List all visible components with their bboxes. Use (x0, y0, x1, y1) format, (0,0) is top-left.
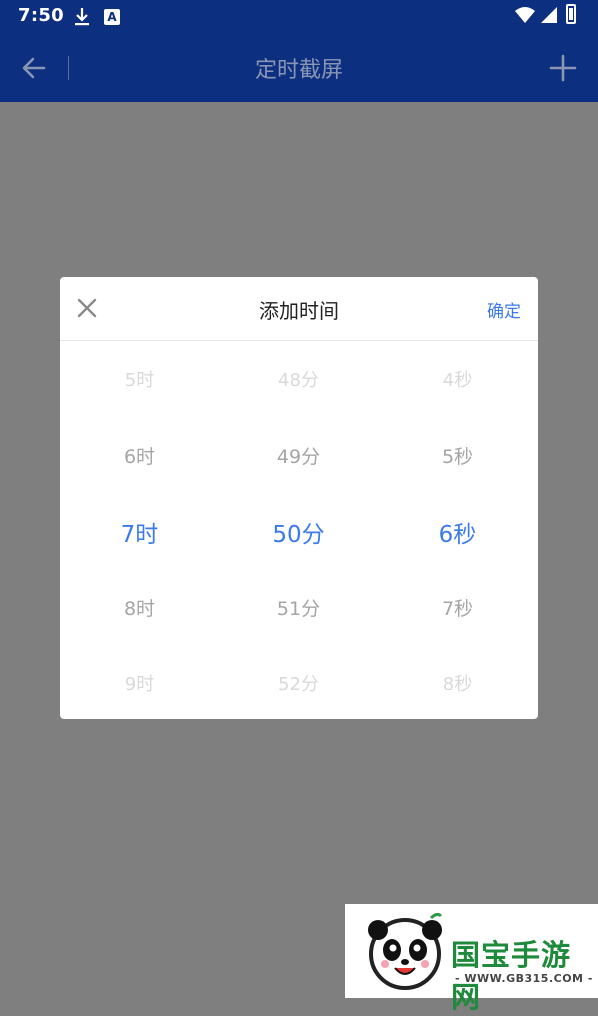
picker-item[interactable]: 49分 (219, 442, 378, 469)
wifi-icon (515, 7, 535, 23)
picker-item[interactable]: 9时 (60, 670, 219, 696)
picker-item[interactable]: 8时 (60, 594, 219, 621)
minute-picker[interactable]: 48分 49分 50分 51分 52分 (219, 340, 378, 719)
picker-item[interactable]: 52分 (219, 670, 378, 696)
watermark: 国宝手游网 - WWW.GB315.COM - (345, 904, 598, 1014)
watermark-url: - WWW.GB315.COM - (455, 972, 593, 985)
picker-item[interactable]: 48分 (219, 366, 378, 392)
android-auto-icon: A (104, 9, 120, 25)
dialog-header: 添加时间 确定 (60, 277, 538, 341)
picker-item[interactable]: 51分 (219, 594, 378, 621)
page-title: 定时截屏 (254, 58, 343, 83)
panda-logo-icon (368, 912, 443, 990)
picker-item-selected[interactable]: 6秒 (378, 515, 537, 549)
download-icon (75, 8, 89, 26)
dialog-title: 添加时间 (259, 299, 339, 323)
hour-picker[interactable]: 5时 6时 7时 8时 9时 (60, 340, 219, 719)
picker-item-selected[interactable]: 50分 (219, 515, 378, 549)
picker-item[interactable]: 6时 (60, 442, 219, 469)
picker-item[interactable]: 5时 (60, 366, 219, 392)
battery-charging-icon (566, 4, 576, 24)
picker-item[interactable]: 5秒 (378, 442, 537, 469)
second-picker[interactable]: 4秒 5秒 6秒 7秒 8秒 (378, 340, 537, 719)
picker-item[interactable]: 4秒 (378, 366, 537, 392)
picker-item[interactable]: 8秒 (378, 670, 537, 696)
status-bar: 7:50 A (0, 0, 598, 34)
signal-icon (541, 7, 557, 23)
picker-item-selected[interactable]: 7时 (60, 515, 219, 549)
plus-icon[interactable] (549, 54, 577, 82)
add-time-dialog: 添加时间 确定 5时 6时 7时 8时 9时 48分 49分 50分 51分 5… (60, 277, 538, 719)
picker-item[interactable]: 7秒 (378, 594, 537, 621)
status-time: 7:50 (18, 5, 64, 26)
confirm-button[interactable]: 确定 (487, 297, 521, 322)
app-bar: 定时截屏 (0, 34, 598, 102)
